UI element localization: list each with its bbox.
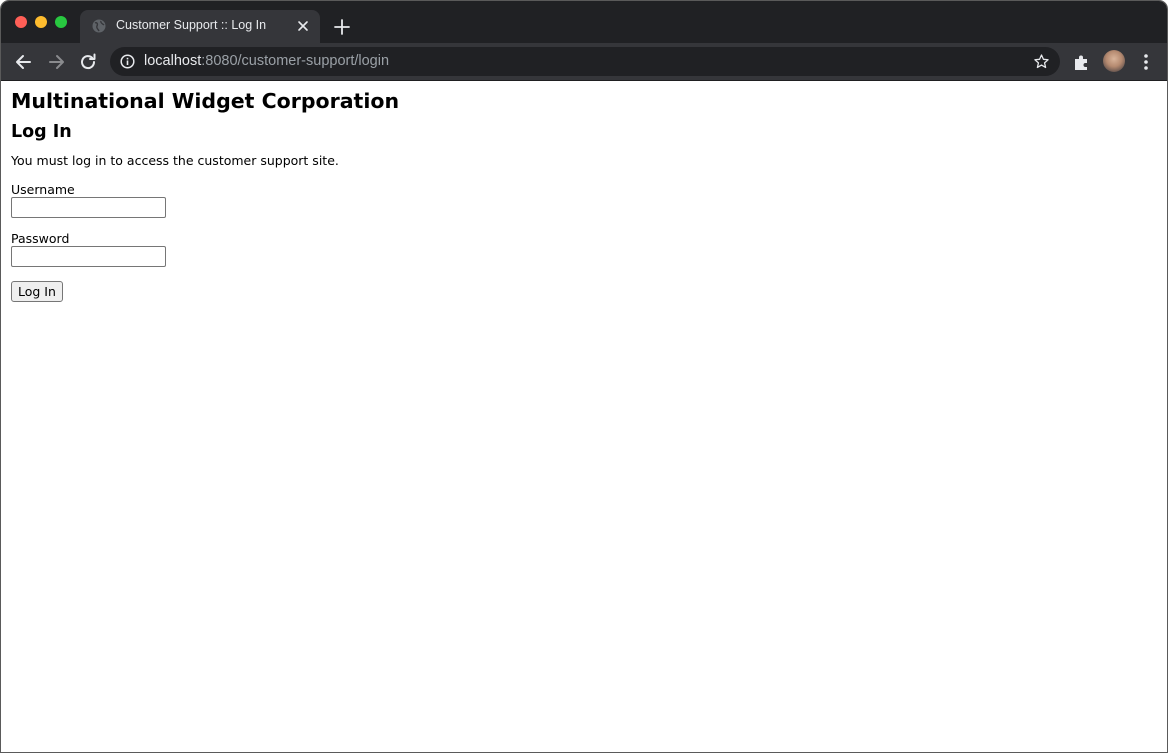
password-field[interactable] [11, 246, 166, 267]
browser-tab[interactable]: Customer Support :: Log In [80, 10, 320, 43]
avatar[interactable] [1103, 50, 1125, 72]
new-tab-plus-icon[interactable] [332, 17, 352, 37]
password-label: Password [11, 231, 70, 246]
browser-window: Customer Support :: Log In localhost:808… [0, 0, 1168, 753]
title-bar: Customer Support :: Log In [1, 1, 1167, 43]
star-icon[interactable] [1033, 53, 1050, 70]
company-name: Multinational Widget Corporation [11, 89, 400, 113]
maximize-window-button[interactable] [55, 16, 67, 28]
minimize-window-button[interactable] [35, 16, 47, 28]
info-icon[interactable] [120, 54, 135, 69]
page-title: Log In [11, 122, 72, 142]
globe-icon [92, 19, 106, 33]
username-field[interactable] [11, 197, 166, 218]
url-path: :8080/customer-support/login [201, 53, 390, 69]
reload-icon[interactable] [77, 51, 99, 73]
page-content: Multinational Widget Corporation Log In … [1, 81, 1167, 752]
back-arrow-icon[interactable] [13, 51, 35, 73]
address-bar[interactable]: localhost:8080/customer-support/login [110, 47, 1060, 76]
log-in-button[interactable]: Log In [11, 281, 63, 302]
tab-title: Customer Support :: Log In [116, 18, 267, 32]
url-host: localhost [144, 53, 202, 69]
url-text[interactable]: localhost:8080/customer-support/login [144, 53, 389, 69]
username-label: Username [11, 182, 75, 197]
extensions-puzzle-icon[interactable] [1071, 51, 1093, 73]
close-tab-icon[interactable] [295, 18, 311, 34]
browser-toolbar: localhost:8080/customer-support/login [1, 43, 1167, 81]
intro-text: You must log in to access the customer s… [11, 153, 339, 168]
forward-arrow-icon[interactable] [45, 51, 67, 73]
kebab-menu-icon[interactable] [1135, 51, 1157, 73]
close-window-button[interactable] [15, 16, 27, 28]
